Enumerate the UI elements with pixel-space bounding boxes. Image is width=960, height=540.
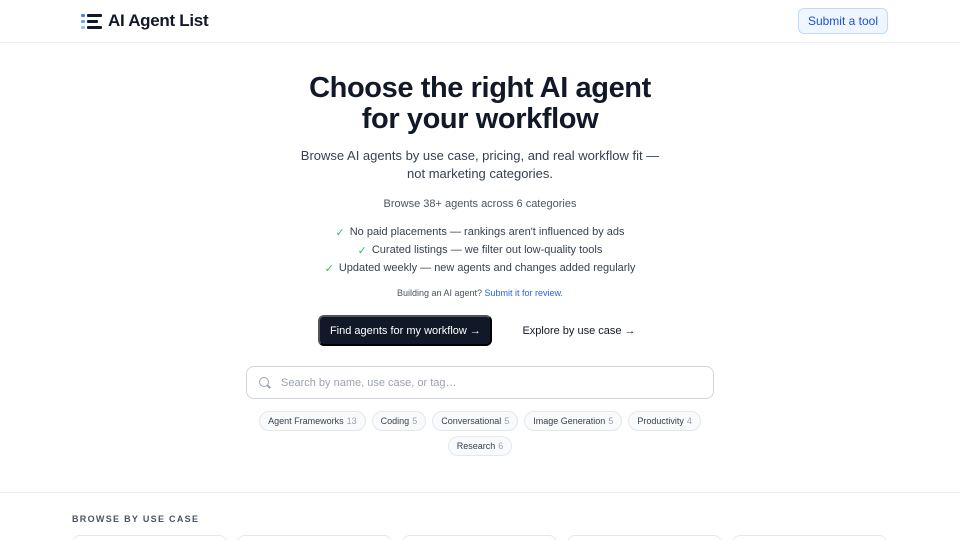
tag-label: Productivity — [637, 416, 684, 426]
submit-tool-button[interactable]: Submit a tool — [797, 8, 888, 34]
use-case-cards — [72, 535, 887, 540]
hero-subtitle: Browse AI agents by use case, pricing, a… — [300, 148, 660, 181]
tag-count: 13 — [346, 416, 357, 426]
browse-count: Browse 38+ agents across 6 categories — [383, 198, 577, 210]
page: AI Agent List Submit a tool Choose the r… — [0, 0, 960, 540]
hero-title-line1: Choose the right AI agent — [309, 72, 651, 104]
tag-label: Coding — [380, 416, 410, 426]
use-case-card[interactable] — [402, 535, 557, 540]
hero-title: Choose the right AI agent for your workf… — [0, 73, 960, 135]
tag-count: 4 — [686, 416, 692, 426]
check-item: ✓ No paid placements — rankings aren't i… — [335, 225, 624, 239]
check-icon: ✓ — [357, 244, 367, 257]
tag-image-generation[interactable]: Image Generation 5 — [524, 411, 623, 431]
check-icon: ✓ — [324, 262, 334, 275]
check-text: Updated weekly — new agents and changes … — [338, 262, 636, 274]
explore-use-case-link[interactable]: Explore by use case → — [516, 325, 641, 337]
building-text: Building an AI agent? — [396, 288, 483, 298]
check-text: No paid placements — rankings aren't inf… — [349, 226, 625, 238]
tag-label: Research — [456, 441, 496, 451]
tag-label: Agent Frameworks — [268, 416, 344, 426]
check-item: ✓ Updated weekly — new agents and change… — [325, 261, 636, 275]
tag-agent-frameworks[interactable]: Agent Frameworks 13 — [259, 411, 366, 431]
search-box[interactable] — [246, 366, 714, 399]
section-divider — [0, 492, 960, 493]
tag-productivity[interactable]: Productivity 4 — [628, 411, 701, 431]
logo[interactable]: AI Agent List — [81, 11, 209, 31]
use-case-card[interactable] — [732, 535, 887, 540]
use-case-card[interactable] — [567, 535, 722, 540]
tag-count: 5 — [504, 416, 510, 426]
cta-row: Find agents for my workflow → Explore by… — [0, 315, 960, 346]
logo-text: AI Agent List — [108, 11, 209, 30]
hero-title-line2: for your workflow — [361, 103, 599, 135]
search-input[interactable] — [281, 376, 701, 389]
find-agents-button[interactable]: Find agents for my workflow → — [318, 315, 493, 346]
use-case-card[interactable] — [72, 535, 227, 540]
category-tags: Agent Frameworks 13 Coding 5 Conversatio… — [240, 411, 720, 456]
trust-checklist: ✓ No paid placements — rankings aren't i… — [0, 225, 960, 275]
check-text: Curated listings — we filter out low-qua… — [371, 244, 603, 256]
tag-count: 5 — [412, 416, 418, 426]
check-icon: ✓ — [335, 226, 345, 239]
search-icon — [259, 376, 271, 389]
top-header: AI Agent List Submit a tool — [0, 0, 960, 43]
submit-review-link[interactable]: Submit it for review. — [485, 288, 564, 298]
browse-use-case-heading: BROWSE BY USE CASE — [72, 514, 200, 524]
tag-coding[interactable]: Coding 5 — [371, 411, 427, 431]
tag-count: 6 — [498, 441, 504, 451]
use-case-card[interactable] — [237, 535, 392, 540]
tag-research[interactable]: Research 6 — [447, 436, 513, 456]
tag-label: Image Generation — [533, 416, 606, 426]
check-item: ✓ Curated listings — we filter out low-q… — [358, 243, 603, 257]
tag-conversational[interactable]: Conversational 5 — [432, 411, 519, 431]
tag-label: Conversational — [441, 416, 502, 426]
tag-count: 5 — [608, 416, 614, 426]
building-prompt: Building an AI agent? Submit it for revi… — [0, 288, 960, 298]
list-logo-icon — [81, 13, 102, 30]
